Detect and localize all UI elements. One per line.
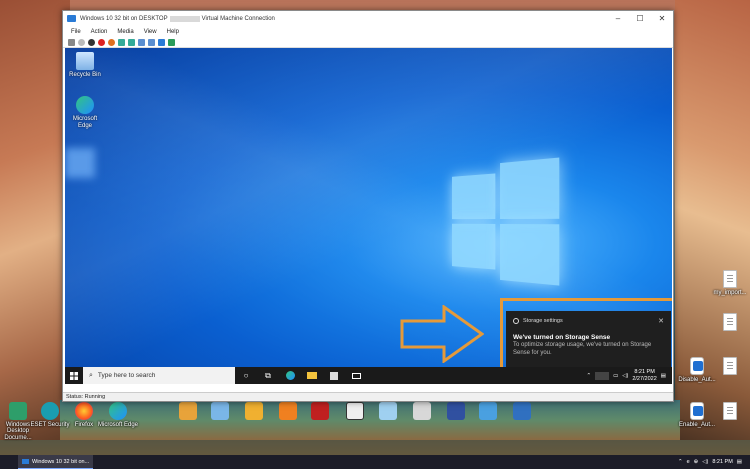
document-icon <box>723 357 737 375</box>
action-center-icon[interactable]: ▤ <box>661 373 666 379</box>
menu-view[interactable]: View <box>144 29 157 35</box>
turn-off-icon[interactable] <box>88 39 95 46</box>
settings-gear-icon <box>513 318 519 324</box>
host-desktop-icon[interactable] <box>708 402 750 422</box>
vm-title-prefix: Windows 10 32 bit on DESKTOP <box>80 15 168 22</box>
notepad-icon <box>379 402 397 420</box>
search-placeholder: Type here to search <box>97 372 156 379</box>
edge-icon <box>109 402 127 420</box>
redacted-name <box>169 15 200 22</box>
guest-desktop[interactable]: Recycle Bin Microsoft Edge Storage setti… <box>65 48 672 384</box>
taskbar-vm-app[interactable]: Windows 10 32 bit on... <box>18 455 94 469</box>
app-icon <box>179 402 197 420</box>
edge-icon <box>76 96 94 114</box>
menu-help[interactable]: Help <box>167 29 179 35</box>
volume-icon[interactable]: ◁) <box>622 373 628 379</box>
firefox-icon <box>75 402 93 420</box>
show-hidden-icons-icon[interactable]: ⌃ <box>586 373 591 379</box>
reset-icon[interactable] <box>128 39 135 46</box>
search-icon: ⌕ <box>89 371 93 379</box>
windows-start-icon <box>70 371 78 380</box>
start-button[interactable] <box>65 371 83 380</box>
menu-media[interactable]: Media <box>117 29 133 35</box>
shutdown-icon[interactable] <box>98 39 105 46</box>
notification-title: We've turned on Storage Sense <box>513 334 611 341</box>
app-icon <box>311 402 329 420</box>
host-desktop-icon[interactable] <box>708 357 750 377</box>
script-icon <box>690 357 704 375</box>
vm-app-icon <box>22 459 29 464</box>
app-icon <box>245 402 263 420</box>
guest-system-tray: ⌃ ▭ ◁) 8:21 PM 2/27/2022 ▤ <box>586 369 672 382</box>
start-icon[interactable] <box>78 39 85 46</box>
ctrl-alt-del-icon[interactable] <box>68 39 75 46</box>
blurred-icon <box>65 148 95 178</box>
revert-icon[interactable] <box>148 39 155 46</box>
document-icon <box>723 402 737 420</box>
app-icon <box>413 402 431 420</box>
document-app-icon <box>9 402 27 420</box>
save-icon[interactable] <box>108 39 115 46</box>
network-icon[interactable]: ▭ <box>613 373 618 379</box>
host-clock[interactable]: 8:21 PM <box>712 459 732 465</box>
arrow-right-icon <box>400 305 484 363</box>
mail-icon[interactable] <box>345 372 367 379</box>
app-icon <box>447 402 465 420</box>
vm-menu-bar: File Action Media View Help <box>63 26 673 38</box>
close-button[interactable]: ✕ <box>651 14 673 23</box>
host-taskbar: Windows 10 32 bit on... ⌃ e ⊕ ◁) 8:21 PM… <box>0 455 750 469</box>
storage-sense-notification[interactable]: Storage settings ✕ We've turned on Stora… <box>506 311 671 369</box>
vm-connection-window: Windows 10 32 bit on DESKTOP Virtual Mac… <box>62 10 674 402</box>
guest-taskbar: ⌕ Type here to search ○ ⧉ ⌃ ▭ ◁) 8:21 PM… <box>65 367 672 384</box>
volume-icon[interactable]: ◁) <box>702 459 708 465</box>
wallpaper-left <box>0 0 70 440</box>
edge-taskbar-icon[interactable] <box>279 371 301 380</box>
windows-logo-icon <box>451 157 560 286</box>
menu-action[interactable]: Action <box>91 29 108 35</box>
recycle-bin-icon <box>76 52 94 70</box>
enhanced-session-icon[interactable] <box>158 39 165 46</box>
vm-title-suffix: Virtual Machine Connection <box>201 15 275 22</box>
notification-close-button[interactable]: ✕ <box>658 317 664 325</box>
notification-body: To optimize storage usage, we've turned … <box>513 342 652 356</box>
store-icon[interactable] <box>323 371 345 380</box>
host-desktop-icon[interactable] <box>500 402 544 422</box>
guest-icon-edge[interactable]: Microsoft Edge <box>65 96 105 129</box>
vm-app-icon <box>67 15 76 22</box>
eset-tray-icon[interactable]: e <box>687 459 690 465</box>
host-system-tray: ⌃ e ⊕ ◁) 8:21 PM ▤ <box>678 459 750 465</box>
redacted-tray-icon <box>595 371 610 380</box>
taskbar-search-box[interactable]: ⌕ Type here to search <box>83 367 235 384</box>
share-icon[interactable] <box>168 39 175 46</box>
7zip-icon <box>346 402 364 420</box>
file-explorer-icon[interactable] <box>301 372 323 379</box>
host-desktop-icon[interactable] <box>708 313 750 333</box>
host-desktop-icon[interactable]: Microsoft Edge <box>96 402 140 428</box>
script-icon <box>690 402 704 420</box>
vm-toolbar <box>63 38 673 48</box>
network-icon[interactable]: ⊕ <box>694 459 699 465</box>
document-icon <box>723 270 737 288</box>
cortana-icon[interactable]: ○ <box>235 371 257 380</box>
minimize-button[interactable]: – <box>607 14 629 23</box>
guest-icon-recycle-bin[interactable]: Recycle Bin <box>65 52 105 79</box>
pause-icon[interactable] <box>118 39 125 46</box>
app-icon <box>211 402 229 420</box>
app-icon <box>513 402 531 420</box>
vm-status-bar: Status: Running <box>63 392 673 401</box>
checkpoint-icon[interactable] <box>138 39 145 46</box>
show-hidden-icons-icon[interactable]: ⌃ <box>678 459 683 465</box>
document-icon <box>723 313 737 331</box>
menu-file[interactable]: File <box>71 29 81 35</box>
eset-icon <box>41 402 59 420</box>
vm-title-bar[interactable]: Windows 10 32 bit on DESKTOP Virtual Mac… <box>63 11 673 26</box>
notifications-icon[interactable]: ▤ <box>737 459 742 465</box>
task-view-icon[interactable]: ⧉ <box>257 371 279 381</box>
vlc-icon <box>279 402 297 420</box>
app-icon <box>479 402 497 420</box>
maximize-button[interactable]: ☐ <box>629 14 651 23</box>
host-desktop-icon[interactable]: my_import... <box>708 270 750 296</box>
guest-clock[interactable]: 8:21 PM 2/27/2022 <box>632 369 656 382</box>
notification-app-name: Storage settings <box>523 318 563 324</box>
